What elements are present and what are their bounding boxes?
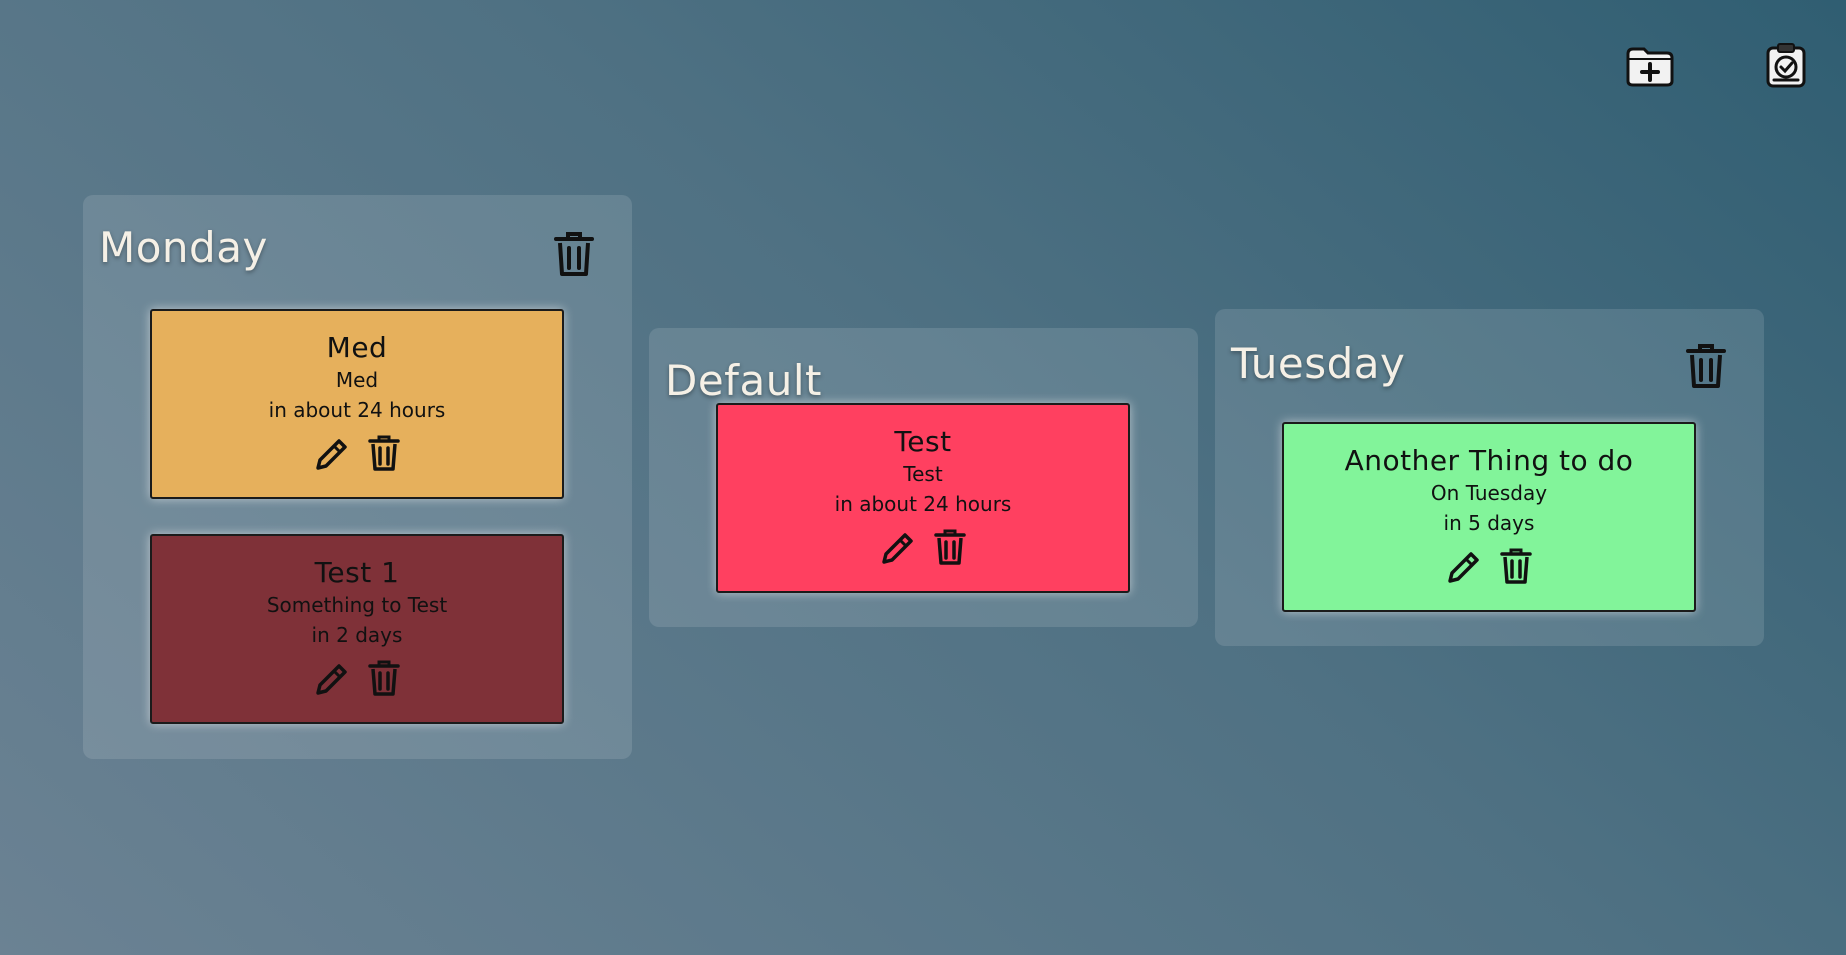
card-title: Test [894, 425, 952, 458]
card-actions [718, 528, 1128, 566]
group-title: Default [665, 356, 822, 405]
trash-icon [934, 529, 966, 565]
card-actions [152, 659, 562, 697]
clipboard-save-icon [1766, 43, 1806, 88]
group-title: Tuesday [1231, 339, 1406, 388]
trash-icon [1686, 344, 1726, 388]
add-folder-button[interactable] [1624, 42, 1676, 90]
card-actions [152, 434, 562, 472]
card-due: in 2 days [311, 623, 403, 647]
card-description: On Tuesday [1430, 481, 1548, 505]
group-title: Monday [99, 223, 268, 272]
folder-plus-icon [1626, 47, 1674, 87]
trash-icon [1500, 548, 1532, 584]
delete-group-button[interactable] [1684, 343, 1728, 389]
save-clipboard-button[interactable] [1760, 42, 1812, 90]
card-description: Something to Test [266, 593, 448, 617]
trash-icon [368, 435, 400, 471]
pencil-icon [882, 533, 913, 564]
task-card: Med Med in about 24 hours [150, 309, 564, 499]
card-due: in 5 days [1443, 511, 1535, 535]
delete-card-button[interactable] [1498, 547, 1534, 585]
group-header: Tuesday [1215, 309, 1764, 419]
edit-button[interactable] [1444, 547, 1480, 585]
task-card: Test Test in about 24 hours [716, 403, 1130, 593]
delete-group-button[interactable] [552, 231, 596, 277]
card-title: Test 1 [314, 556, 400, 589]
top-toolbar [1624, 42, 1812, 90]
delete-card-button[interactable] [366, 659, 402, 697]
card-due: in about 24 hours [834, 492, 1012, 516]
group-monday: Monday Med Med in about 24 hours Test 1 … [83, 195, 632, 759]
trash-icon [554, 232, 594, 276]
pencil-icon [1448, 552, 1479, 583]
edit-button[interactable] [312, 434, 348, 472]
task-card: Test 1 Something to Test in 2 days [150, 534, 564, 724]
card-due: in about 24 hours [268, 398, 446, 422]
group-tuesday: Tuesday Another Thing to do On Tuesday i… [1215, 309, 1764, 646]
delete-card-button[interactable] [932, 528, 968, 566]
group-default: Default Test Test in about 24 hours [649, 328, 1198, 627]
card-title: Med [326, 331, 388, 364]
group-header: Monday [83, 195, 632, 305]
card-description: Test [903, 462, 943, 486]
pencil-icon [316, 664, 347, 695]
delete-card-button[interactable] [366, 434, 402, 472]
edit-button[interactable] [312, 659, 348, 697]
card-actions [1284, 547, 1694, 585]
card-description: Med [335, 368, 379, 392]
pencil-icon [316, 439, 347, 470]
card-title: Another Thing to do [1344, 444, 1634, 477]
trash-icon [368, 660, 400, 696]
task-card: Another Thing to do On Tuesday in 5 days [1282, 422, 1696, 612]
edit-button[interactable] [878, 528, 914, 566]
